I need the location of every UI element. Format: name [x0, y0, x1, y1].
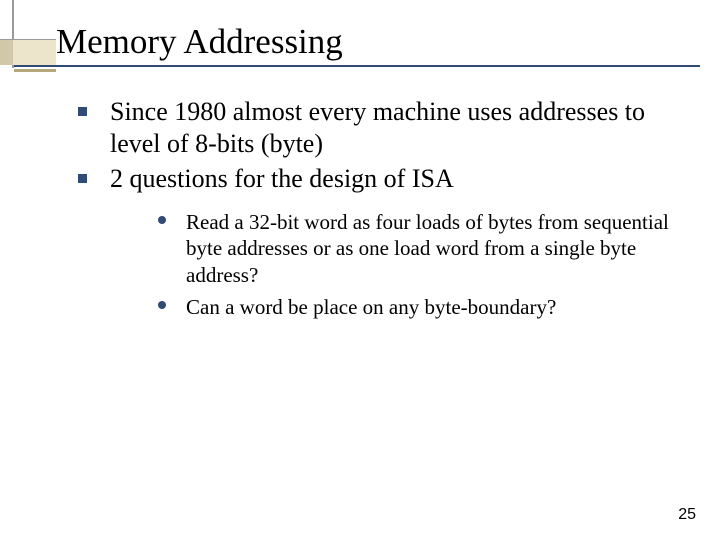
- dot-bullet-icon: [158, 216, 166, 224]
- slide-title: Memory Addressing: [56, 22, 343, 62]
- square-bullet-icon: [78, 174, 87, 183]
- title-underline-accent: [14, 69, 56, 72]
- list-item: Can a word be place on any byte-boundary…: [158, 294, 680, 320]
- dot-bullet-icon: [158, 301, 166, 309]
- list-item: Read a 32-bit word as four loads of byte…: [158, 209, 680, 288]
- bullet-text: Since 1980 almost every machine uses add…: [110, 97, 645, 158]
- bullet-text: Read a 32-bit word as four loads of byte…: [186, 210, 669, 287]
- list-item: 2 questions for the design of ISA Read a…: [78, 163, 680, 320]
- square-bullet-icon: [78, 107, 87, 116]
- bullet-text: Can a word be place on any byte-boundary…: [186, 295, 556, 319]
- bullet-list: Since 1980 almost every machine uses add…: [78, 96, 680, 320]
- page-number: 25: [678, 506, 696, 524]
- sub-bullet-list: Read a 32-bit word as four loads of byte…: [158, 209, 680, 320]
- slide: Memory Addressing Since 1980 almost ever…: [0, 0, 720, 540]
- list-item: Since 1980 almost every machine uses add…: [78, 96, 680, 159]
- title-underline: [14, 65, 700, 67]
- bullet-text: 2 questions for the design of ISA: [110, 164, 454, 193]
- slide-body: Since 1980 almost every machine uses add…: [78, 96, 680, 326]
